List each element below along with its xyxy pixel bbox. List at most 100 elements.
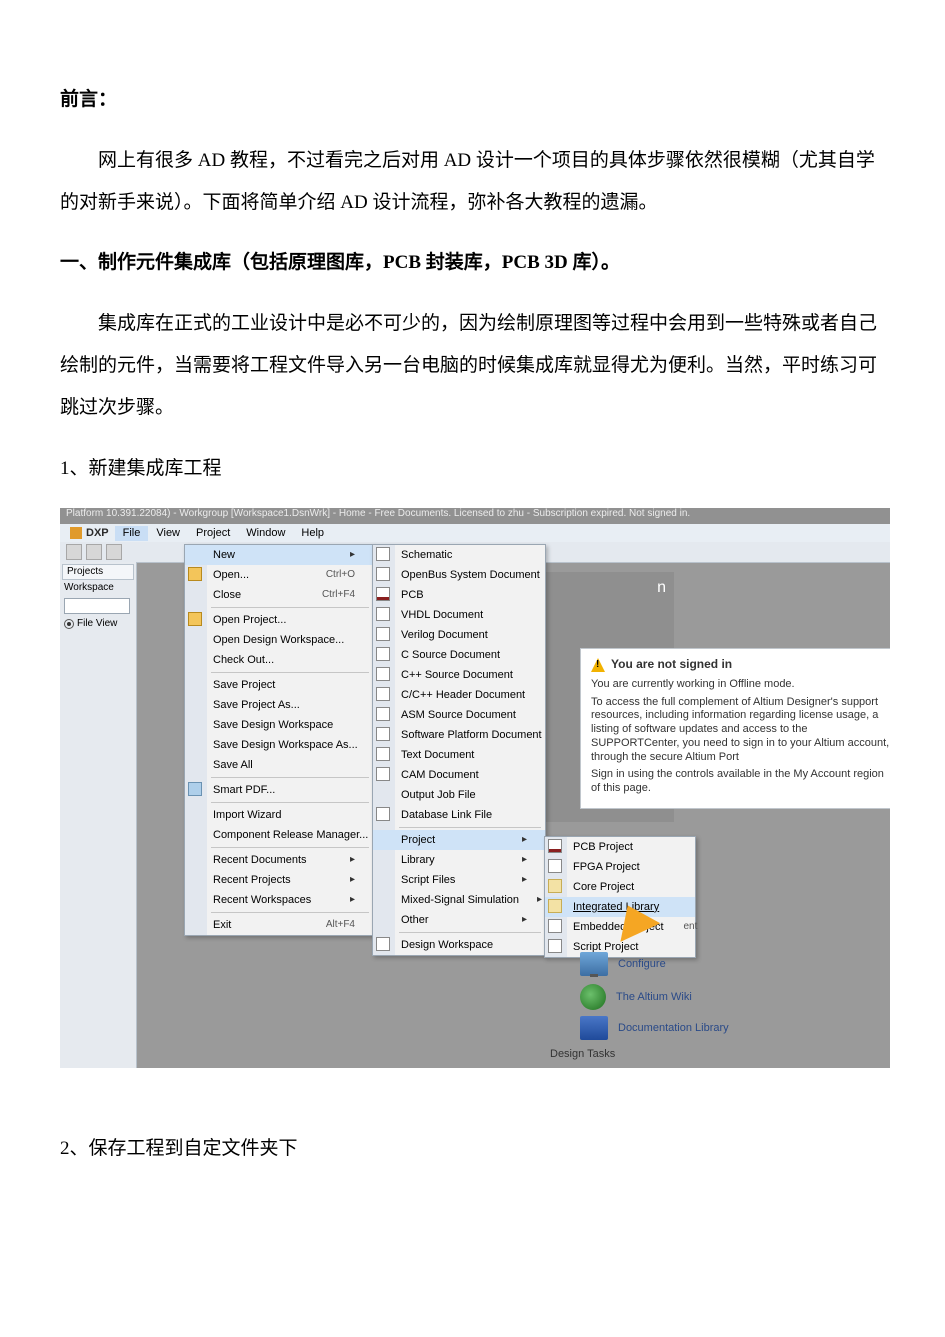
submenu-arrow-icon: ▸: [504, 854, 527, 866]
new-cam[interactable]: CAM Document: [373, 765, 545, 785]
menu-separator: [211, 847, 369, 848]
file-save-project[interactable]: Save Project: [185, 675, 373, 695]
proj-pcb[interactable]: PCB Project: [545, 837, 695, 857]
file-save-project-as[interactable]: Save Project As...: [185, 695, 373, 715]
toolbar-open-icon[interactable]: [86, 544, 102, 560]
file-close[interactable]: Close Ctrl+F4: [185, 585, 373, 605]
new-chdr[interactable]: C/C++ Header Document: [373, 685, 545, 705]
pcb-project-icon: [548, 839, 562, 853]
file-recent-docs[interactable]: Recent Documents▸: [185, 850, 373, 870]
signin-line2: To access the full complement of Altium …: [591, 696, 890, 765]
toolbar-new-icon[interactable]: [66, 544, 82, 560]
proj-pcb-label: PCB Project: [573, 841, 633, 854]
link-doclib[interactable]: Documentation Library: [580, 1016, 840, 1040]
link-configure[interactable]: Configure: [580, 952, 840, 976]
pcb-icon: [376, 587, 390, 601]
new-vhdl[interactable]: VHDL Document: [373, 605, 545, 625]
new-asm[interactable]: ASM Source Document: [373, 705, 545, 725]
design-tasks-label: Design Tasks: [550, 1048, 615, 1061]
proj-fpga[interactable]: FPGA Project: [545, 857, 695, 877]
new-schematic[interactable]: Schematic: [373, 545, 545, 565]
file-new[interactable]: New ▸: [185, 545, 373, 565]
new-library-label: Library: [401, 854, 435, 867]
menu-help[interactable]: Help: [293, 526, 332, 541]
radio-icon: [64, 619, 74, 629]
new-mixed[interactable]: Mixed-Signal Simulation▸: [373, 890, 545, 910]
step-2-label: 2、保存工程到自定文件夹下: [60, 1128, 885, 1170]
file-open-project[interactable]: Open Project...: [185, 610, 373, 630]
menu-project[interactable]: Project: [188, 526, 238, 541]
new-csrc-label: C Source Document: [401, 649, 500, 662]
new-other[interactable]: Other▸: [373, 910, 545, 930]
file-import-wizard[interactable]: Import Wizard: [185, 805, 373, 825]
menu-window[interactable]: Window: [238, 526, 293, 541]
cpp-icon: [376, 667, 390, 681]
new-outjob-label: Output Job File: [401, 789, 476, 802]
new-openbus[interactable]: OpenBus System Document: [373, 565, 545, 585]
new-outjob[interactable]: Output Job File: [373, 785, 545, 805]
projects-tab[interactable]: Projects: [62, 564, 134, 580]
menu-separator: [211, 777, 369, 778]
file-crm-label: Component Release Manager...: [213, 829, 368, 842]
workspace-icon: [376, 937, 390, 951]
dblink-icon: [376, 807, 390, 821]
link-wiki[interactable]: The Altium Wiki: [580, 984, 840, 1010]
new-text[interactable]: Text Document: [373, 745, 545, 765]
altium-screenshot: Platform 10.391.22084) - Workgroup [Work…: [60, 508, 890, 1068]
new-scripts[interactable]: Script Files▸: [373, 870, 545, 890]
file-exit[interactable]: Exit Alt+F4: [185, 915, 373, 935]
signin-title: You are not signed in: [611, 657, 732, 671]
new-verilog-label: Verilog Document: [401, 629, 488, 642]
new-pcb[interactable]: PCB: [373, 585, 545, 605]
toolbar-save-icon[interactable]: [106, 544, 122, 560]
file-view-radio[interactable]: File View: [60, 616, 136, 632]
new-cam-label: CAM Document: [401, 769, 479, 782]
file-save-ws[interactable]: Save Design Workspace: [185, 715, 373, 735]
proj-core[interactable]: Core Project: [545, 877, 695, 897]
new-spd-label: Software Platform Document: [401, 729, 542, 742]
file-checkout[interactable]: Check Out...: [185, 650, 373, 670]
new-verilog[interactable]: Verilog Document: [373, 625, 545, 645]
menu-separator: [211, 672, 369, 673]
file-close-shortcut: Ctrl+F4: [302, 589, 355, 601]
vhdl-icon: [376, 607, 390, 621]
new-asm-label: ASM Source Document: [401, 709, 516, 722]
file-exit-label: Exit: [213, 919, 231, 932]
new-csrc[interactable]: C Source Document: [373, 645, 545, 665]
file-open-workspace[interactable]: Open Design Workspace...: [185, 630, 373, 650]
new-project[interactable]: Project▸: [373, 830, 545, 850]
new-spd[interactable]: Software Platform Document: [373, 725, 545, 745]
schematic-icon: [376, 547, 390, 561]
section-1-body: 集成库在正式的工业设计中是必不可少的，因为绘制原理图等过程中会用到一些特殊或者自…: [60, 303, 885, 428]
globe-icon: [580, 984, 606, 1010]
menu-view[interactable]: View: [148, 526, 188, 541]
file-crm[interactable]: Component Release Manager...: [185, 825, 373, 845]
new-chdr-label: C/C++ Header Document: [401, 689, 525, 702]
new-text-label: Text Document: [401, 749, 474, 762]
new-cpp[interactable]: C++ Source Document: [373, 665, 545, 685]
file-recent-projects[interactable]: Recent Projects▸: [185, 870, 373, 890]
new-cpp-label: C++ Source Document: [401, 669, 513, 682]
menu-separator: [211, 802, 369, 803]
new-library[interactable]: Library ▸: [373, 850, 545, 870]
file-open-shortcut: Ctrl+O: [306, 569, 355, 581]
new-dblink[interactable]: Database Link File: [373, 805, 545, 825]
submenu-arrow-icon: ▸: [519, 894, 542, 906]
new-dblink-label: Database Link File: [401, 809, 492, 822]
monitor-icon: [580, 952, 608, 976]
dxp-button[interactable]: DXP: [64, 527, 115, 540]
folder-icon: [188, 612, 202, 626]
new-design-ws[interactable]: Design Workspace: [373, 935, 545, 955]
file-recent-ws[interactable]: Recent Workspaces▸: [185, 890, 373, 910]
workspace-input[interactable]: [64, 598, 130, 614]
signin-panel: You are not signed in You are currently …: [580, 648, 890, 808]
signin-line3: Sign in using the controls available in …: [591, 768, 890, 796]
file-open[interactable]: Open... Ctrl+O: [185, 565, 373, 585]
file-save-all[interactable]: Save All: [185, 755, 373, 775]
file-save-ws-as[interactable]: Save Design Workspace As...: [185, 735, 373, 755]
menu-file[interactable]: File: [115, 526, 149, 541]
submenu-arrow-icon: ▸: [332, 549, 355, 561]
file-new-label: New: [213, 549, 235, 562]
file-smart-pdf[interactable]: Smart PDF...: [185, 780, 373, 800]
signin-title-row: You are not signed in: [591, 657, 890, 671]
